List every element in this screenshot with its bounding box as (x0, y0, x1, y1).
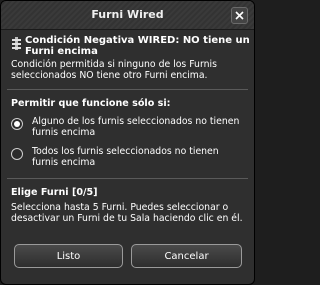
dialog-title: Furni Wired (91, 8, 164, 21)
cancel-button[interactable]: Cancelar (131, 244, 242, 268)
divider (7, 178, 248, 179)
furni-select-label: Elige Furni [0/5] (11, 187, 98, 198)
close-x-icon (235, 11, 244, 20)
radio-any[interactable] (11, 118, 23, 130)
wired-condition-icon (12, 37, 21, 50)
divider (7, 89, 248, 90)
wired-dialog: Furni Wired Condición Negativa WIRED: NO… (0, 0, 255, 285)
furni-select-info: Selecciona hasta 5 Furni. Puedes selecci… (11, 202, 243, 224)
close-button[interactable] (231, 7, 248, 24)
radio-all[interactable] (11, 148, 23, 160)
option-any-label[interactable]: Alguno de los furnis seleccionados no ti… (32, 116, 246, 138)
condition-description: Condición permitida si ninguno de los Fu… (11, 59, 217, 81)
option-all-label[interactable]: Todos los furnis seleccionados no tienen… (32, 146, 246, 168)
title-bar[interactable]: Furni Wired (1, 1, 254, 30)
condition-title: Condición Negativa WIRED: NO tiene un Fu… (25, 35, 250, 57)
options-label: Permitir que funcione sólo si: (11, 98, 171, 109)
ok-button[interactable]: Listo (14, 244, 123, 268)
